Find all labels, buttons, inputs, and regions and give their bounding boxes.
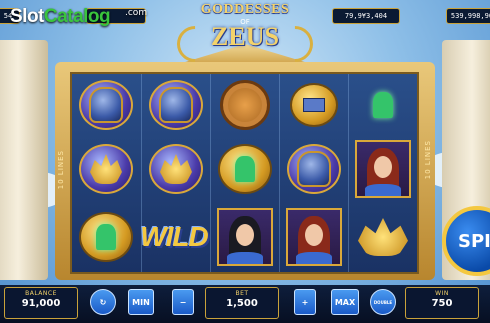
symbol-helmet [284, 140, 344, 198]
decrease-bet-button[interactable]: − [172, 289, 194, 315]
symbol-caduceus-coin [76, 208, 136, 266]
symbol-caduceus-coin [215, 140, 275, 198]
game-title: GODDESSES OF ZEUS [169, 2, 321, 70]
reel-divider [348, 74, 349, 272]
symbol-caduceus-coin [353, 76, 413, 134]
watermark-suffix: .com [125, 8, 148, 18]
increase-bet-button[interactable]: + [294, 289, 316, 315]
bet-label: BET [235, 290, 249, 297]
symbol-wings [353, 208, 413, 266]
lines-label-left: 10 LINES [57, 150, 65, 190]
reel-divider [279, 74, 280, 272]
reel-area: WILD [70, 72, 419, 274]
autoplay-button[interactable]: ↻ [90, 289, 116, 315]
win-display: WIN 750 [405, 287, 479, 319]
watermark-brand-1: Slot [10, 6, 44, 27]
symbol-wild: WILD [128, 208, 220, 266]
jackpot-right-1: 79,9¥3,404 [332, 8, 400, 24]
balance-display: BALANCE 91,000 [4, 287, 78, 319]
symbol-portrait-brunette [215, 208, 275, 266]
symbol-hammer [284, 76, 344, 134]
max-bet-button[interactable]: MAX [331, 289, 359, 315]
balance-label: BALANCE [25, 290, 57, 297]
plus-icon: + [301, 297, 309, 307]
double-label: DOUBLE [373, 299, 393, 305]
lines-label-right: 10 LINES [424, 140, 432, 180]
symbol-portrait-redhead [353, 140, 413, 198]
title-goddesses: GODDESSES [200, 2, 290, 17]
temple-column-left [0, 40, 48, 280]
symbol-portrait-redhead [284, 208, 344, 266]
symbol-helmet [146, 76, 206, 134]
balance-value: 91,000 [21, 298, 61, 309]
min-bet-button[interactable]: MIN [128, 289, 154, 315]
refresh-icon: ↻ [99, 297, 107, 307]
symbol-lyre [76, 140, 136, 198]
symbol-amulet [215, 76, 275, 134]
bet-display: BET 1,500 [205, 287, 279, 319]
bet-value: 1,500 [226, 298, 258, 309]
win-label: WIN [435, 290, 449, 297]
watermark-brand-2: Catalog [43, 6, 111, 27]
minus-icon: − [179, 297, 187, 307]
jackpot-right-2: 539,998,90 [446, 8, 490, 24]
double-button[interactable]: DOUBLE [370, 289, 396, 315]
symbol-lyre [146, 140, 206, 198]
win-value: 750 [431, 298, 453, 309]
wild-text: WILD [140, 221, 209, 252]
symbol-helmet [76, 76, 136, 134]
watermark-logo: SlotCatalog [10, 6, 111, 28]
